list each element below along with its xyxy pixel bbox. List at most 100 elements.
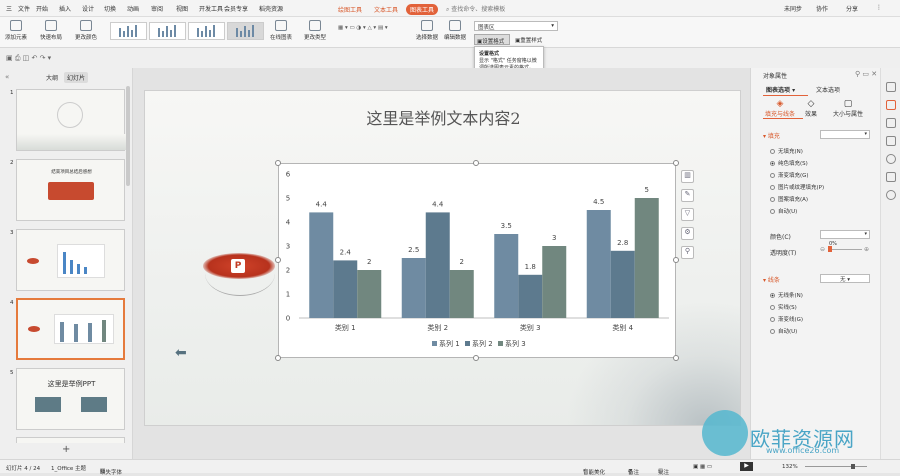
fill-section-header[interactable]: ▾ 填充 bbox=[763, 131, 780, 140]
slide-thumb-1[interactable] bbox=[16, 89, 126, 151]
edit-data-button[interactable]: 编辑数据 bbox=[444, 20, 466, 41]
line-auto-radio[interactable]: 自动(U) bbox=[770, 327, 797, 335]
color-picker[interactable]: ▾ bbox=[820, 230, 870, 239]
shape-icon[interactable] bbox=[886, 82, 896, 92]
change-type-button[interactable]: 更改类型 bbox=[304, 20, 326, 41]
menu-view[interactable]: 开发工具 bbox=[199, 4, 223, 13]
fill-solid-radio[interactable]: 纯色填充(S) bbox=[770, 159, 808, 167]
menu-file[interactable]: 文件 bbox=[18, 4, 30, 13]
resize-handle[interactable] bbox=[673, 160, 679, 166]
zoom-slider[interactable] bbox=[805, 466, 867, 467]
line-none-radio[interactable]: 无线条(N) bbox=[770, 291, 803, 299]
fill-dropdown[interactable]: ▾ bbox=[820, 130, 870, 139]
help-icon[interactable] bbox=[886, 154, 896, 164]
resize-handle[interactable] bbox=[275, 160, 281, 166]
sync-status[interactable]: 未同步 bbox=[784, 4, 802, 13]
chart-element-select[interactable]: 图表区 ▾ bbox=[474, 21, 558, 31]
view-icons[interactable]: ▣ ▦ ▭ bbox=[693, 464, 712, 470]
properties-icon[interactable] bbox=[886, 100, 896, 110]
slide-thumb-5[interactable]: 这里是举例PPT bbox=[16, 368, 125, 430]
scrollbar[interactable] bbox=[126, 86, 130, 186]
collab-button[interactable]: 协作 bbox=[816, 4, 828, 13]
menu-home[interactable]: 开始 bbox=[36, 4, 48, 13]
chart-style-3[interactable] bbox=[188, 22, 225, 40]
play-icon[interactable]: ▶ bbox=[740, 462, 753, 471]
menu-insert[interactable]: 插入 bbox=[59, 4, 71, 13]
fill-none-radio[interactable]: 无填充(N) bbox=[770, 147, 803, 155]
animation-icon[interactable] bbox=[886, 118, 896, 128]
fill-pattern-radio[interactable]: 图案填充(A) bbox=[770, 195, 808, 203]
zoom-thumb[interactable] bbox=[851, 464, 855, 469]
magic-icon[interactable] bbox=[886, 136, 896, 146]
tab-drawing-tools[interactable]: 绘图工具 bbox=[334, 4, 366, 15]
slide-thumb-6[interactable] bbox=[16, 437, 125, 443]
menu-review[interactable]: 视图 bbox=[176, 4, 188, 13]
tab-fill-line[interactable]: ◈ 填充与线条 bbox=[763, 99, 797, 118]
chart-style-1[interactable] bbox=[110, 22, 147, 40]
reset-style-button[interactable]: ▣重置样式 bbox=[513, 34, 549, 45]
tab-text-tools[interactable]: 文本工具 bbox=[370, 4, 402, 15]
resize-handle[interactable] bbox=[473, 160, 479, 166]
fill-picture-radio[interactable]: 图片或纹理填充(P) bbox=[770, 183, 824, 191]
quick-layout-button[interactable]: 快速布局 bbox=[40, 20, 62, 41]
line-section-header[interactable]: ▾ 线条 bbox=[763, 275, 780, 284]
location-icon[interactable] bbox=[886, 190, 896, 200]
set-format-button[interactable]: ▣设置格式 bbox=[474, 34, 510, 45]
search-box[interactable]: ⌕ 查找命令、搜索模板 bbox=[446, 4, 505, 14]
add-slide-button[interactable]: + bbox=[62, 444, 70, 455]
tab-effects[interactable]: ◇ 效果 bbox=[799, 99, 823, 118]
tab-slides[interactable]: 幻灯片 bbox=[64, 72, 89, 83]
collapse-icon[interactable]: « bbox=[5, 73, 9, 81]
slide-thumb-4[interactable] bbox=[16, 298, 125, 360]
back-arrow-icon[interactable]: ⬅ bbox=[175, 345, 187, 361]
share-button[interactable]: 分享 bbox=[846, 4, 858, 13]
menu-transition[interactable]: 切换 bbox=[104, 4, 116, 13]
add-element-button[interactable]: 添加元素 bbox=[5, 20, 27, 41]
resize-handle[interactable] bbox=[275, 257, 281, 263]
menu-show[interactable]: 审阅 bbox=[151, 4, 163, 13]
slide-thumb-3[interactable] bbox=[16, 229, 125, 291]
pin-icon[interactable]: ⚲ bbox=[681, 246, 694, 259]
chart-style-2[interactable] bbox=[149, 22, 186, 40]
fill-gradient-radio[interactable]: 渐变填充(G) bbox=[770, 171, 809, 179]
filter-icon[interactable]: ▽ bbox=[681, 208, 694, 221]
slide-title[interactable]: 这里是举例文本内容2 bbox=[145, 105, 740, 129]
chart-options-dropdown[interactable]: 图表选项 ▾ bbox=[766, 85, 795, 94]
change-color-button[interactable]: 更改颜色 bbox=[75, 20, 97, 41]
resize-handle[interactable] bbox=[673, 355, 679, 361]
online-chart-button[interactable]: 在线图表 bbox=[270, 20, 292, 41]
share-icon[interactable] bbox=[886, 172, 896, 182]
menu-member[interactable]: 稻壳资源 bbox=[259, 4, 283, 13]
slide-thumb-2[interactable]: 结束项目总结后感想 bbox=[16, 159, 125, 221]
menu-animation[interactable]: 动画 bbox=[127, 4, 139, 13]
chart[interactable]: 0 1 2 3 4 5 6 4.4 2.4 2 类别 1 2.5 4.4 2 类别 2 3.5 1.8 3 类别 3… bbox=[278, 163, 676, 358]
slider-minus-icon[interactable]: ⊖ bbox=[820, 246, 825, 253]
quick-access-icons[interactable]: ▣ ⎙ ◫ ↶ ↷ ▾ bbox=[6, 54, 51, 63]
resize-handle[interactable] bbox=[673, 257, 679, 263]
menu-design[interactable]: 设计 bbox=[82, 4, 94, 13]
tab-size[interactable]: ▢ 大小与属性 bbox=[825, 99, 871, 118]
settings-icon[interactable]: ⚙ bbox=[681, 227, 694, 240]
select-data-button[interactable]: 选择数据 bbox=[416, 20, 438, 41]
chart-elements-icon[interactable]: ▥ bbox=[681, 170, 694, 183]
brush-icon[interactable]: ✎ bbox=[681, 189, 694, 202]
menu-devtools[interactable]: 会员专享 bbox=[224, 4, 248, 13]
text-options-tab[interactable]: 文本选项 bbox=[816, 85, 840, 94]
line-gradient-radio[interactable]: 渐变线(G) bbox=[770, 315, 803, 323]
tab-outline[interactable]: 大纲 bbox=[46, 73, 58, 82]
tab-chart-tools[interactable]: 图表工具 bbox=[406, 4, 439, 15]
theme-name: 1_Office 主题 bbox=[51, 466, 87, 472]
resize-handle[interactable] bbox=[275, 355, 281, 361]
menu-icon[interactable]: 三 bbox=[6, 4, 12, 13]
panel-controls-icon[interactable]: ⚲ ▭ ✕ bbox=[855, 70, 877, 78]
line-dropdown[interactable]: 无 ▾ bbox=[820, 274, 870, 283]
zoom-level[interactable]: 132% bbox=[782, 464, 798, 470]
more-icon[interactable]: ⋮ bbox=[876, 4, 882, 11]
fill-auto-radio[interactable]: 自动(U) bbox=[770, 207, 797, 215]
transparency-slider[interactable] bbox=[828, 249, 862, 250]
line-solid-radio[interactable]: 实线(S) bbox=[770, 303, 797, 311]
chart-style-4[interactable] bbox=[227, 22, 264, 40]
format-tools[interactable]: ▦ ▾ ▭ ◑ ▾ △ ▾ ▤ ▾ bbox=[338, 25, 388, 31]
resize-handle[interactable] bbox=[473, 355, 479, 361]
slider-plus-icon[interactable]: ⊕ bbox=[864, 246, 869, 253]
